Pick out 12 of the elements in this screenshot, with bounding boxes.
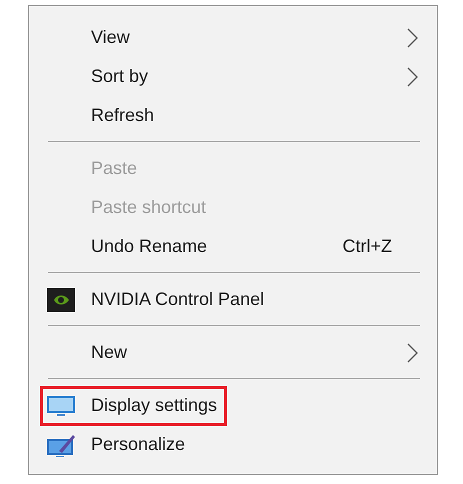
menu-item[interactable]: Personalize	[91, 434, 186, 455]
shortcut-text: Ctrl+Z	[342, 236, 392, 257]
menu-item[interactable]: Sort by	[91, 66, 148, 87]
menu-item[interactable]: Undo Rename	[91, 236, 208, 257]
menu-item[interactable]: Refresh	[91, 105, 154, 126]
monitor-brush-icon	[47, 432, 75, 456]
gpu-app-icon	[47, 288, 75, 312]
menu-item[interactable]: Display settings	[91, 395, 218, 416]
menu-item[interactable]: NVIDIA Control Panel	[91, 289, 264, 310]
monitor-icon	[47, 394, 75, 418]
menu-item[interactable]: View	[91, 27, 130, 48]
menu-item[interactable]: New	[91, 342, 128, 363]
